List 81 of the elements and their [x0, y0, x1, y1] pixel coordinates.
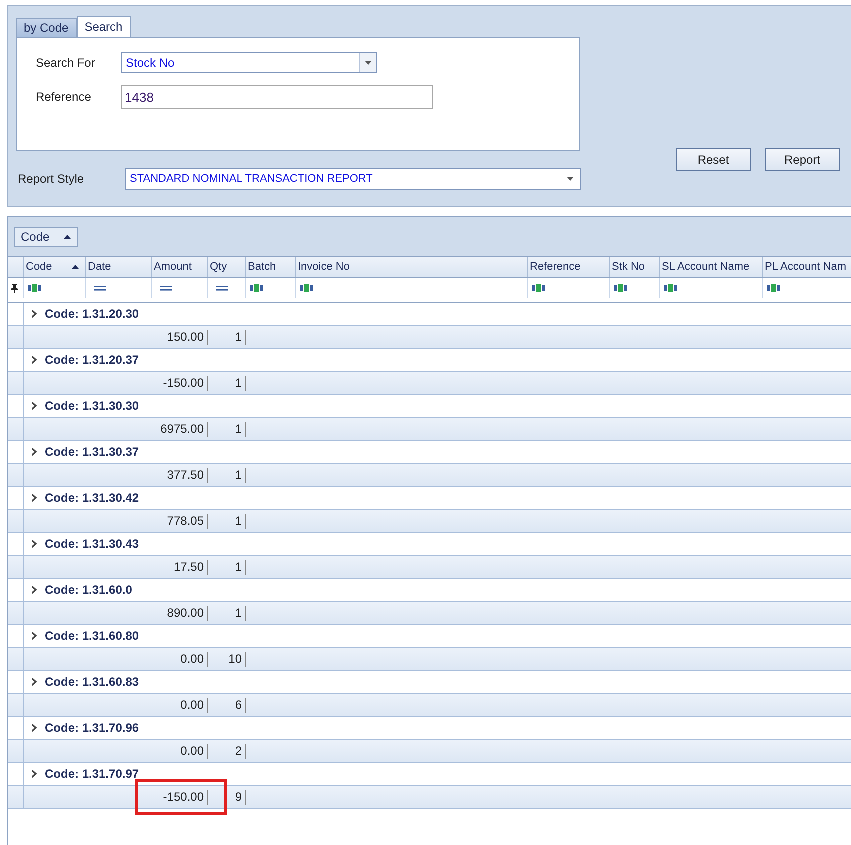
qty-cell: 1: [235, 330, 246, 344]
group-label: Code: 1.31.60.83: [45, 675, 140, 689]
qty-cell: 1: [235, 560, 246, 574]
column-header[interactable]: Amount: [152, 257, 208, 277]
group-label: Code: 1.31.30.43: [45, 537, 140, 551]
equals-filter-icon: [160, 286, 172, 290]
search-for-label: Search For: [36, 56, 96, 70]
expand-chevron-icon[interactable]: [32, 678, 37, 686]
equals-filter-icon: [94, 286, 106, 290]
expand-chevron-icon[interactable]: [32, 586, 37, 594]
caret-icon: [567, 177, 574, 181]
qty-cell: 10: [228, 652, 246, 666]
column-header[interactable]: Stk No: [610, 257, 660, 277]
amount-cell: -150.00: [163, 376, 208, 390]
tab[interactable]: by Code: [16, 18, 77, 37]
sort-ascending-icon: [64, 234, 71, 238]
qty-cell: 6: [235, 698, 246, 712]
group-label: Code: 1.31.70.97: [45, 767, 140, 781]
qty-cell: 1: [235, 422, 246, 436]
expand-chevron-icon[interactable]: [32, 448, 37, 456]
column-header[interactable]: Invoice No: [296, 257, 528, 277]
expand-chevron-icon[interactable]: [32, 632, 37, 640]
group-label: Code: 1.31.20.30: [45, 307, 140, 321]
column-header[interactable]: Reference: [528, 257, 610, 277]
expand-chevron-icon[interactable]: [32, 494, 37, 502]
report-style-dropdown[interactable]: STANDARD NOMINAL TRANSACTION REPORT: [125, 168, 581, 190]
expand-chevron-icon[interactable]: [32, 402, 37, 410]
group-label: Code: 1.31.60.0: [45, 583, 132, 597]
reference-field[interactable]: 1438: [121, 85, 433, 109]
column-header[interactable]: PL Account Nam: [763, 257, 851, 277]
amount-cell: 377.50: [167, 468, 208, 482]
group-label: Code: 1.31.60.80: [45, 629, 140, 643]
text-filter-icon: [28, 284, 43, 292]
amount-cell: 0.00: [180, 652, 208, 666]
amount-cell: 6975.00: [160, 422, 208, 436]
qty-cell: 1: [235, 514, 246, 528]
amount-cell: -150.00: [163, 790, 208, 804]
tab[interactable]: Search: [76, 16, 131, 37]
equals-filter-icon: [216, 286, 228, 290]
text-filter-icon: [767, 284, 782, 292]
reference-label: Reference: [36, 90, 92, 104]
column-header[interactable]: SL Account Name: [660, 257, 763, 277]
text-filter-icon: [250, 284, 265, 292]
pin-icon: [11, 284, 18, 292]
qty-cell: 9: [235, 790, 246, 804]
qty-cell: 1: [235, 468, 246, 482]
amount-cell: 17.50: [174, 560, 208, 574]
sort-ascending-icon: [72, 265, 79, 269]
group-label: Code: 1.31.30.42: [45, 491, 140, 505]
column-header[interactable]: Date: [86, 257, 152, 277]
text-filter-icon: [532, 284, 547, 292]
group-label: Code: 1.31.20.37: [45, 353, 140, 367]
expand-chevron-icon[interactable]: [32, 770, 37, 778]
text-filter-icon: [664, 284, 679, 292]
text-filter-icon: [300, 284, 315, 292]
amount-cell: 0.00: [180, 744, 208, 758]
group-label: Code: 1.31.70.96: [45, 721, 140, 735]
group-label: Code: 1.31.30.37: [45, 445, 140, 459]
expand-chevron-icon[interactable]: [32, 724, 37, 732]
action-button[interactable]: Reset: [676, 148, 751, 171]
amount-cell: 778.05: [167, 514, 208, 528]
column-header[interactable]: Code: [24, 257, 86, 277]
amount-cell: 890.00: [167, 606, 208, 620]
text-filter-icon: [614, 284, 629, 292]
amount-cell: 150.00: [167, 330, 208, 344]
caret-icon: [364, 60, 372, 64]
expand-chevron-icon[interactable]: [32, 540, 37, 548]
group-label: Code: 1.31.30.30: [45, 399, 140, 413]
search-for-dropdown[interactable]: Stock No: [121, 52, 377, 73]
report-style-label: Report Style: [18, 172, 86, 186]
amount-cell: 0.00: [180, 698, 208, 712]
dropdown-button[interactable]: [359, 53, 376, 72]
qty-cell: 1: [235, 376, 246, 390]
expand-chevron-icon[interactable]: [32, 356, 37, 364]
qty-cell: 2: [235, 744, 246, 758]
column-header[interactable]: Qty: [208, 257, 246, 277]
expand-chevron-icon[interactable]: [32, 310, 37, 318]
qty-cell: 1: [235, 606, 246, 620]
group-by-chip[interactable]: Code: [14, 226, 78, 246]
column-header[interactable]: Batch: [246, 257, 296, 277]
action-button[interactable]: Report: [765, 148, 840, 171]
